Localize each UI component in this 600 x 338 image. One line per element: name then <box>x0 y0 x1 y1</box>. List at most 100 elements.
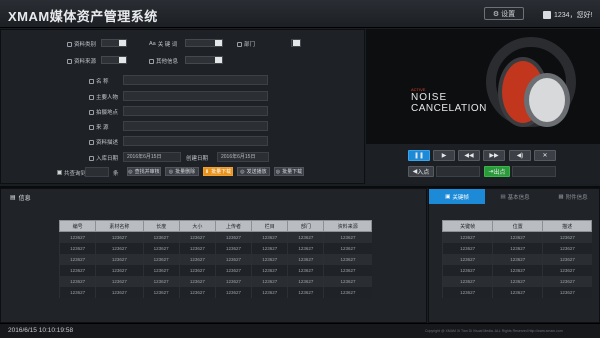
tab-keyframes[interactable]: ▣ 关键帧 <box>429 189 485 204</box>
source-input[interactable] <box>123 121 268 131</box>
date-to-label: 创建日期 <box>186 156 209 162</box>
delete-icon: ◎ <box>168 168 174 175</box>
volume-button[interactable]: ◀) <box>509 150 531 161</box>
chevron-down-icon <box>293 40 300 46</box>
forward-button[interactable]: ▶▶ <box>483 150 505 161</box>
table-cell: 123627 <box>287 275 324 287</box>
table-row[interactable]: 123627 123627 123627 <box>441 275 592 287</box>
table-row[interactable]: 123627 123627 123627 123627 123627 123627 1236… <box>58 275 372 287</box>
col-header[interactable]: 编号 <box>58 220 97 232</box>
table-cell: 123627 <box>441 264 493 276</box>
table-cell: 123627 <box>441 275 493 287</box>
status-datetime: 2016/6/15 10:10:19:58 <box>8 327 74 334</box>
table-cell: 123627 <box>441 286 493 298</box>
location-icon <box>89 109 94 115</box>
col-header[interactable]: 栏目 <box>251 220 289 232</box>
table-cell: 123627 <box>251 253 288 265</box>
person-input[interactable] <box>123 91 268 101</box>
table-cell: 123627 <box>492 286 543 298</box>
table-cell: 123627 <box>178 242 216 254</box>
description-input[interactable] <box>123 136 268 146</box>
table-cell: 123627 <box>542 231 592 243</box>
type-icon <box>67 41 72 47</box>
settings-button[interactable]: ⚙ 设置 <box>484 7 524 20</box>
table-cell: 123627 <box>214 253 252 265</box>
other-select[interactable] <box>185 56 223 64</box>
table-cell: 123627 <box>95 286 144 298</box>
table-row[interactable]: 123627 123627 123627 123627 123627 123627 1236… <box>58 242 372 254</box>
col-header[interactable]: 大小 <box>178 220 216 232</box>
name-input[interactable] <box>123 75 268 85</box>
col-header[interactable]: 素材名称 <box>95 220 144 232</box>
search-audit-button[interactable]: ◎ 查找并审核 <box>127 167 161 176</box>
table-cell: 123627 <box>492 253 543 265</box>
table-cell: 123627 <box>178 264 216 276</box>
user-greeting[interactable]: 1234，您好! <box>543 10 593 20</box>
description-field-label: 资料描述 <box>89 138 118 146</box>
play-icon: ▶ <box>441 153 447 159</box>
table-row[interactable]: 123627 123627 123627 123627 123627 123627 1236… <box>58 286 372 298</box>
batch-delete-button[interactable]: ◎ 批量删除 <box>165 167 199 176</box>
date-from-input[interactable]: 2016年6月15日 <box>123 152 181 162</box>
location-input[interactable] <box>123 106 268 116</box>
chevron-down-icon <box>119 40 126 46</box>
department-select[interactable] <box>291 39 301 47</box>
in-point-button[interactable]: ◀ 入点 <box>408 166 434 177</box>
col-header[interactable]: 部门 <box>287 220 325 232</box>
title-bar: XMAM媒体资产管理系统 ⚙ 设置 1234，您好! <box>0 0 600 28</box>
pause-icon: ❚❚ <box>413 153 425 159</box>
table-cell: 123627 <box>542 264 592 276</box>
batch-download-button[interactable]: ⬇ 批量下载 <box>203 167 233 176</box>
type-select[interactable] <box>101 39 127 47</box>
table-cell: 123627 <box>251 264 288 276</box>
person-field-label: 主要人物 <box>89 93 118 101</box>
table-row[interactable]: 123627 123627 123627 <box>441 286 592 298</box>
table-cell: 123627 <box>492 242 543 254</box>
keyword-select[interactable] <box>185 39 223 47</box>
batch-download-2-button[interactable]: ◎ 批量下载 <box>274 167 304 176</box>
source-icon <box>89 124 94 130</box>
table-cell: 123627 <box>58 253 96 265</box>
info-table: 编号 素材名称 长度 大小 上传者 栏目 部门 资料来源 123627 12362… <box>58 220 372 298</box>
play-button[interactable]: ▶ <box>433 150 455 161</box>
date-to-input[interactable]: 2016年6月15日 <box>217 152 269 162</box>
text-icon: Aa <box>149 41 156 47</box>
col-header[interactable]: 描述 <box>542 220 592 232</box>
gear-icon: ⚙ <box>492 10 500 18</box>
send-play-button[interactable]: ◎ 发送播放 <box>237 167 270 176</box>
table-cell: 123627 <box>142 264 180 276</box>
fullscreen-button[interactable]: ✕ <box>534 150 556 161</box>
copyright: Copyright @ XMAM Xi Tian Di Visual Media… <box>425 329 563 333</box>
col-header[interactable]: 资料来源 <box>323 220 372 232</box>
description-icon <box>89 139 94 145</box>
source-filter-label: 资料来源 <box>67 57 96 65</box>
col-header[interactable]: 关键帧 <box>441 220 494 232</box>
rewind-button[interactable]: ◀◀ <box>458 150 480 161</box>
table-row[interactable]: 123627 123627 123627 <box>441 242 592 254</box>
tab-attachments[interactable]: ▦ 附件信息 <box>545 189 600 204</box>
tab-basic-info[interactable]: ▤ 基本信息 <box>487 189 543 204</box>
pause-button[interactable]: ❚❚ <box>408 150 430 161</box>
table-row[interactable]: 123627 123627 123627 123627 123627 123627 1236… <box>58 231 372 243</box>
table-row[interactable]: 123627 123627 123627 <box>441 253 592 265</box>
video-preview[interactable]: ACTIVE NOISE CANCELATION <box>366 29 600 144</box>
in-point-value[interactable] <box>436 166 480 177</box>
settings-label: 设置 <box>501 10 516 18</box>
count-checkbox[interactable] <box>57 170 62 175</box>
table-row[interactable]: 123627 123627 123627 <box>441 264 592 276</box>
out-point-value[interactable] <box>512 166 556 177</box>
col-header[interactable]: 上传者 <box>214 220 253 232</box>
table-cell: 123627 <box>441 253 493 265</box>
table-cell: 123627 <box>214 264 252 276</box>
col-header[interactable]: 长度 <box>142 220 180 232</box>
table-row[interactable]: 123627 123627 123627 123627 123627 123627 1236… <box>58 264 372 276</box>
fast-forward-icon: ▶▶ <box>489 153 499 159</box>
table-cell: 123627 <box>95 264 144 276</box>
col-header[interactable]: 位置 <box>492 220 544 232</box>
source-select[interactable] <box>101 56 127 64</box>
table-cell: 123627 <box>95 275 144 287</box>
table-row[interactable]: 123627 123627 123627 123627 123627 123627 1236… <box>58 253 372 265</box>
table-cell: 123627 <box>287 286 324 298</box>
out-point-button[interactable]: ⇥ 出点 <box>484 166 510 177</box>
table-row[interactable]: 123627 123627 123627 <box>441 231 592 243</box>
